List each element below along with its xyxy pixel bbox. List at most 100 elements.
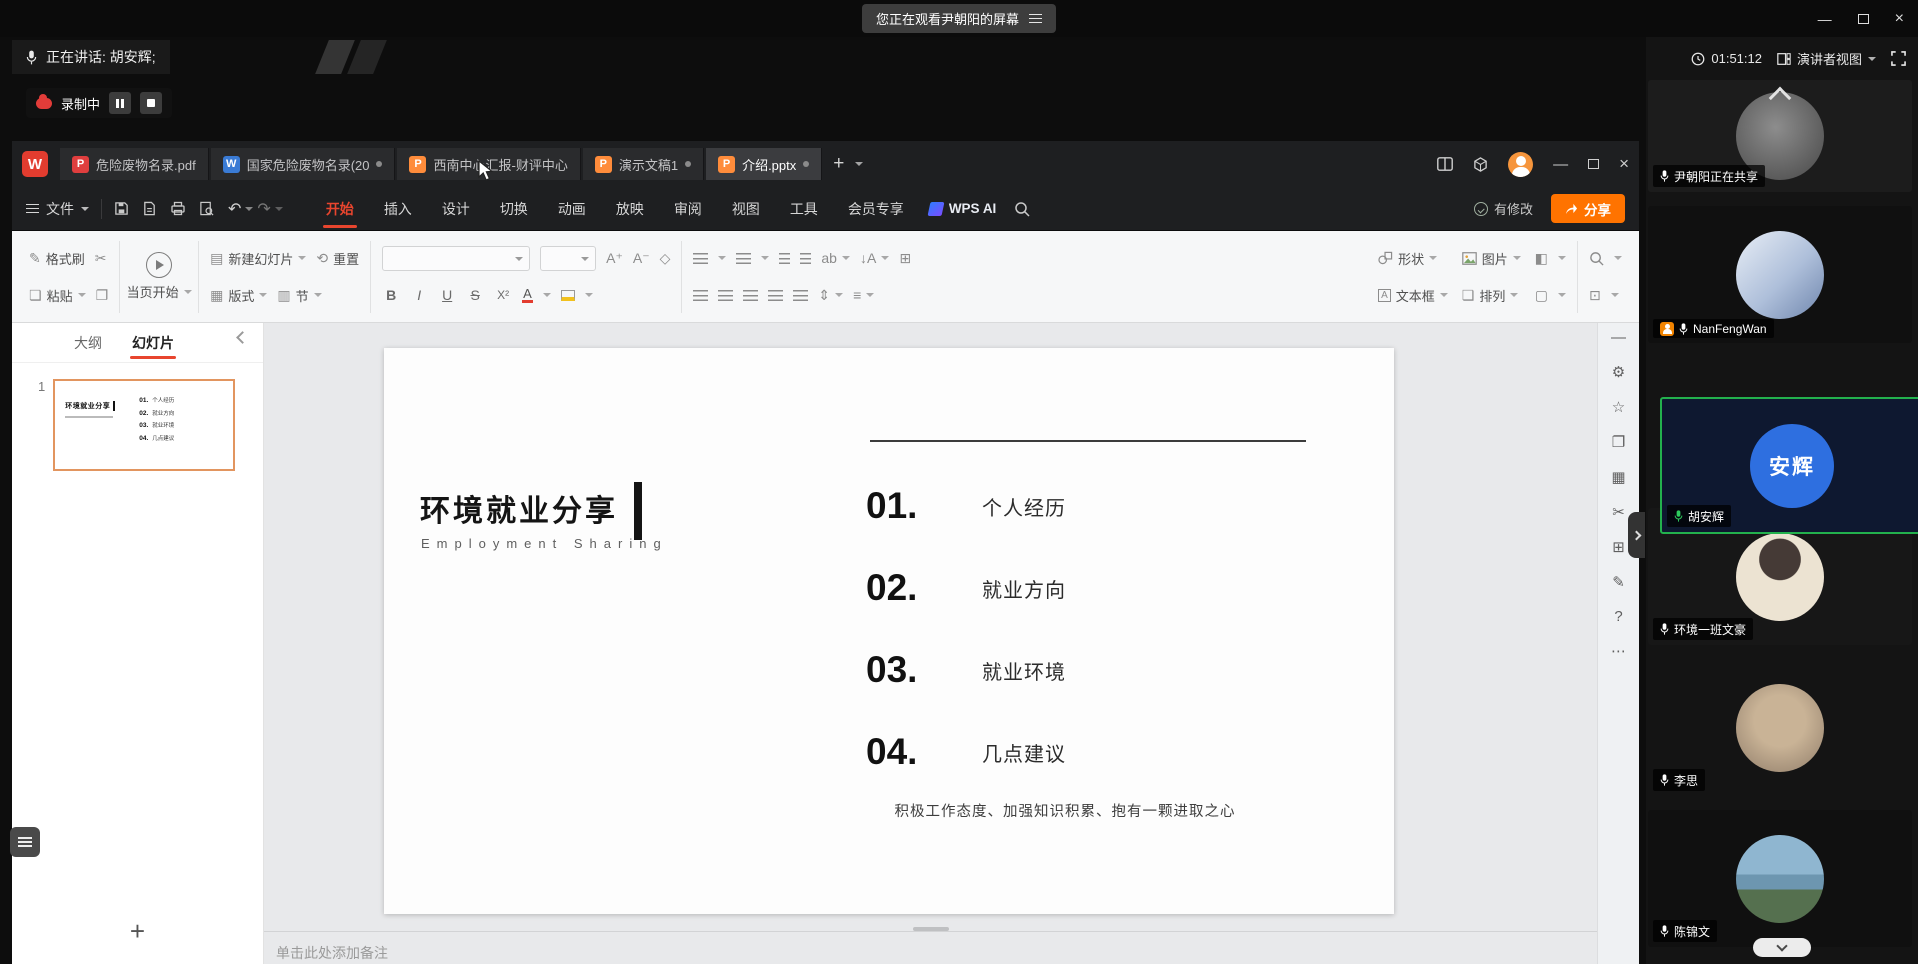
- slide-title[interactable]: 环境就业分享: [420, 486, 618, 530]
- menu-tab-home[interactable]: 开始: [311, 187, 369, 231]
- doc-tab-pdf[interactable]: P 危险废物名录.pdf: [60, 148, 209, 180]
- reset-button[interactable]: ⟲重置: [316, 249, 359, 268]
- section-button[interactable]: ▥节: [277, 286, 321, 305]
- line-spacing-button[interactable]: ⇕: [818, 287, 843, 304]
- menu-tab-transition[interactable]: 切换: [485, 187, 543, 231]
- menu-tab-review[interactable]: 审阅: [659, 187, 717, 231]
- menu-tab-tools[interactable]: 工具: [775, 187, 833, 231]
- notes-splitter-handle[interactable]: [913, 927, 949, 931]
- add-slide-button[interactable]: +: [12, 916, 263, 947]
- menu-tab-view[interactable]: 视图: [717, 187, 775, 231]
- symbol-icon[interactable]: ⊞: [899, 250, 911, 267]
- tab-slides[interactable]: 幻灯片: [132, 323, 174, 363]
- superscript-button[interactable]: X²: [494, 288, 512, 302]
- fill-color-icon[interactable]: ◧: [1535, 250, 1548, 267]
- participant-tile-sharing[interactable]: 尹朝阳正在共享: [1648, 80, 1912, 192]
- picture-button[interactable]: 图片: [1462, 249, 1521, 268]
- menu-tab-animation[interactable]: 动画: [543, 187, 601, 231]
- participant-tile[interactable]: 陈锦文: [1648, 810, 1912, 947]
- underline-button[interactable]: U: [438, 287, 456, 303]
- banner-menu-icon[interactable]: [1029, 14, 1042, 24]
- italic-button[interactable]: I: [410, 287, 428, 303]
- slide-item[interactable]: 01.个人经历: [866, 480, 1066, 532]
- tab-outline[interactable]: 大纲: [74, 323, 102, 363]
- cut-icon[interactable]: ✂: [95, 250, 107, 267]
- slide-list-toggle[interactable]: [10, 827, 40, 857]
- align-left-icon[interactable]: [693, 290, 708, 301]
- paragraph-settings-button[interactable]: ≡: [853, 287, 874, 303]
- save-icon[interactable]: [114, 201, 129, 216]
- wps-close-icon[interactable]: ×: [1619, 154, 1629, 174]
- align-distribute-icon[interactable]: [793, 290, 808, 301]
- doc-tab-word[interactable]: W 国家危险废物名录(20: [211, 148, 396, 180]
- print-preview-icon[interactable]: [199, 201, 214, 216]
- textbox-button[interactable]: A文本框: [1378, 286, 1448, 305]
- help-icon[interactable]: ?: [1614, 608, 1622, 625]
- format-painter-button[interactable]: ✎格式刷: [29, 249, 85, 268]
- notes-splitter[interactable]: [264, 931, 1597, 932]
- tab-list-caret-icon[interactable]: [855, 162, 863, 166]
- design-pane-icon[interactable]: ▦: [1611, 468, 1625, 486]
- doc-tab-ppt-2[interactable]: P 演示文稿1: [583, 148, 704, 180]
- font-color-button[interactable]: A: [522, 288, 533, 303]
- participant-tile-active-speaker[interactable]: 安辉 胡安辉: [1660, 397, 1918, 534]
- menu-tab-design[interactable]: 设计: [427, 187, 485, 231]
- copy-icon[interactable]: ❐: [96, 287, 109, 304]
- wps-logo[interactable]: W: [22, 151, 48, 177]
- menu-tab-slideshow[interactable]: 放映: [601, 187, 659, 231]
- layout-button[interactable]: ▦版式: [210, 286, 267, 305]
- paste-button[interactable]: ❏粘贴: [29, 286, 86, 305]
- notes-placeholder[interactable]: 单击此处添加备注: [276, 943, 388, 963]
- slide-item[interactable]: 04.几点建议: [866, 726, 1066, 778]
- align-center-icon[interactable]: [718, 290, 733, 301]
- new-slide-button[interactable]: ▤新建幻灯片: [210, 249, 306, 268]
- menu-tab-member[interactable]: 会员专享: [833, 187, 919, 231]
- increase-indent-icon[interactable]: [800, 253, 811, 264]
- share-button[interactable]: 分享: [1551, 194, 1625, 223]
- view-mode-selector[interactable]: 演讲者视图: [1777, 49, 1876, 68]
- app-center-icon[interactable]: [1473, 157, 1488, 172]
- minimize-icon[interactable]: —: [1818, 11, 1832, 27]
- align-right-icon[interactable]: [743, 290, 758, 301]
- redo-icon[interactable]: ↷: [257, 199, 270, 219]
- scroll-down-button[interactable]: [1753, 938, 1811, 957]
- favorites-icon[interactable]: ☆: [1612, 398, 1625, 416]
- slide-thumbnail[interactable]: 环境就业分享 01.个人经历 02.就业方向 03.就业环境 04.几点建议: [53, 379, 235, 471]
- wps-ai-button[interactable]: WPS AI: [929, 201, 997, 216]
- fullscreen-icon[interactable]: [1891, 51, 1906, 66]
- maximize-icon[interactable]: [1858, 14, 1869, 24]
- wps-restore-icon[interactable]: [1588, 159, 1599, 169]
- crop-icon[interactable]: ✂: [1612, 503, 1625, 521]
- more-icon[interactable]: ⋯: [1611, 642, 1626, 660]
- undo-icon[interactable]: ↶: [228, 199, 241, 219]
- slide-subtitle[interactable]: Employment Sharing: [421, 536, 668, 551]
- bullet-list-icon[interactable]: [693, 253, 708, 264]
- font-name-select[interactable]: [382, 246, 530, 271]
- stop-recording-button[interactable]: [140, 92, 162, 114]
- search-icon[interactable]: [1014, 201, 1030, 217]
- slide-item[interactable]: 03.就业环境: [866, 644, 1066, 696]
- pause-recording-button[interactable]: [109, 92, 131, 114]
- panel-expand-tab[interactable]: [1628, 512, 1645, 558]
- slide-canvas[interactable]: 环境就业分享 Employment Sharing 01.个人经历 02.就业方…: [384, 348, 1394, 914]
- print-icon[interactable]: [170, 201, 186, 216]
- slide-editor-area[interactable]: 环境就业分享 Employment Sharing 01.个人经历 02.就业方…: [264, 323, 1597, 964]
- arrange-button[interactable]: ❏排列: [1462, 286, 1519, 305]
- participant-tile[interactable]: NanFengWan: [1648, 206, 1912, 343]
- clear-format-icon[interactable]: ◇: [660, 250, 671, 267]
- settings-icon[interactable]: ⚙: [1612, 363, 1625, 381]
- collapse-panel-icon[interactable]: [236, 331, 249, 344]
- modified-status[interactable]: 有修改: [1474, 199, 1533, 218]
- export-pdf-icon[interactable]: [142, 201, 157, 216]
- align-justify-icon[interactable]: [768, 290, 783, 301]
- split-view-icon[interactable]: [1437, 157, 1453, 171]
- collapse-strip-icon[interactable]: —: [1611, 329, 1626, 346]
- increase-font-icon[interactable]: A⁺: [606, 250, 623, 267]
- layout-pane-icon[interactable]: ⊞: [1612, 538, 1625, 556]
- highlight-color-button[interactable]: [561, 290, 575, 301]
- menu-tab-insert[interactable]: 插入: [369, 187, 427, 231]
- play-from-current-button[interactable]: 当页开始: [124, 238, 194, 316]
- find-replace-icon[interactable]: [1589, 251, 1604, 266]
- numbered-list-icon[interactable]: [736, 253, 751, 264]
- user-avatar[interactable]: [1508, 152, 1533, 177]
